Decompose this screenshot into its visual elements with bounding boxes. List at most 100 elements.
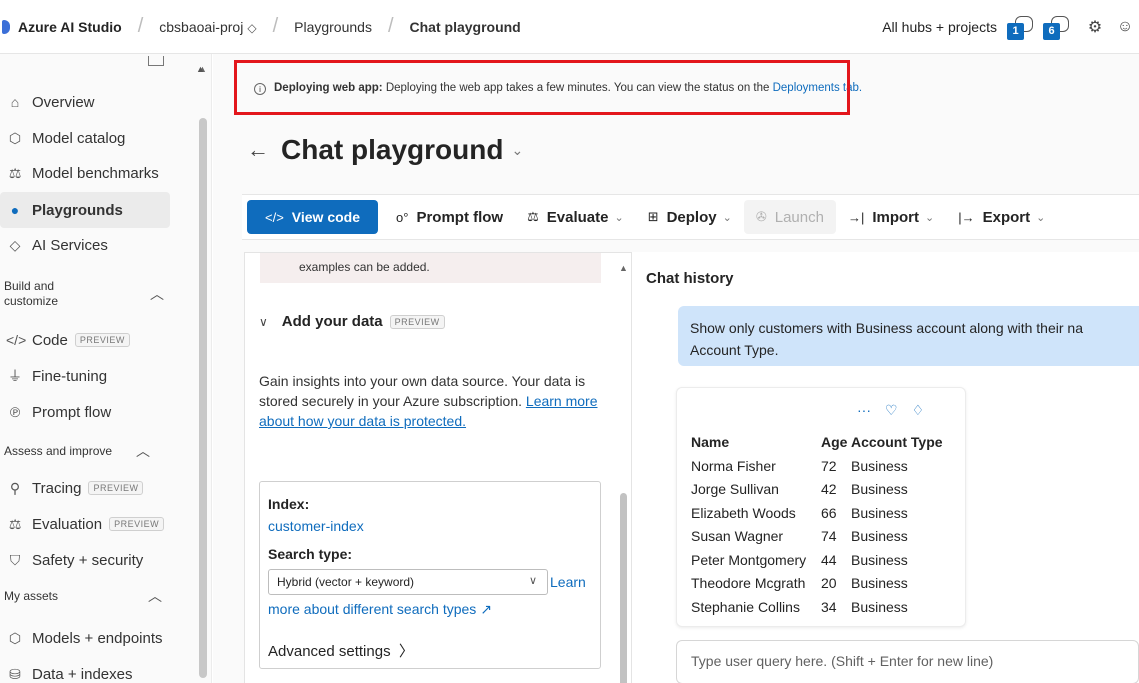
project-name: cbsbaoai-proj — [159, 18, 244, 35]
sidebar-item-data-indexes[interactable]: ⛁ Data + indexes — [0, 656, 170, 683]
more-options-icon[interactable]: ··· — [857, 402, 871, 419]
advanced-settings-button[interactable]: Advanced settings 〉 — [268, 640, 414, 661]
sidebar-item-label: Overview — [32, 93, 95, 111]
launch-icon: ✇ — [755, 209, 767, 224]
thumbs-down-icon[interactable]: ♢ — [912, 402, 925, 419]
cell-account-type: Business — [851, 551, 908, 568]
sidebar-item-ai-services[interactable]: ◇ AI Services — [0, 227, 170, 263]
section-assess-and-improve[interactable]: Assess and improve ︿ — [4, 440, 164, 462]
advanced-settings-label: Advanced settings — [268, 643, 391, 660]
chevron-down-icon: ⌄ — [614, 211, 624, 224]
learn-search-types-link[interactable]: Learn — [550, 574, 586, 590]
page-title: ← Chat playground ⌄ — [247, 134, 523, 166]
sidebar-scrollbar[interactable] — [199, 118, 207, 678]
feedback-smiley-icon[interactable]: ☺ — [1111, 13, 1139, 41]
table-row: Norma Fisher 72 Business — [691, 454, 943, 478]
sidebar-item-evaluation[interactable]: ⚖ Evaluation PREVIEW — [0, 506, 170, 542]
user-message-line: Account Type. — [690, 342, 779, 358]
import-icon: →| — [847, 209, 865, 225]
view-code-button[interactable]: </> View code — [247, 200, 378, 234]
cell-age: 44 — [821, 551, 837, 568]
table-header-row: Name Age Account Type — [691, 430, 943, 454]
export-button[interactable]: |→ Export ⌄ — [946, 200, 1057, 234]
learn-search-types-link-cont[interactable]: more about different search types ↗ — [268, 601, 492, 618]
evaluation-icon: ⚖ — [8, 515, 22, 532]
scroll-up-arrow-icon[interactable]: ▲ — [619, 263, 628, 273]
breadcrumb-playgrounds[interactable]: Playgrounds — [294, 19, 372, 35]
cube-icon: ⬡ — [8, 129, 22, 146]
brand-name: Azure AI Studio — [18, 18, 122, 35]
all-hubs-link[interactable]: All hubs + projects — [882, 19, 997, 35]
flask-icon: ⏚ — [8, 368, 22, 384]
main-scroll-up-icon[interactable]: ▲ — [196, 64, 205, 74]
sidebar-item-playgrounds[interactable]: ● Playgrounds — [0, 192, 170, 228]
sidebar-item-model-benchmarks[interactable]: ⚖ Model benchmarks — [0, 155, 170, 191]
section-label: My assets — [4, 589, 59, 603]
table-row: Elizabeth Woods 66 Business — [691, 501, 943, 525]
chevron-down-icon[interactable]: ⌄ — [511, 142, 523, 159]
section-label: Build and customize — [4, 279, 59, 308]
cell-account-type: Business — [851, 457, 908, 474]
sidebar-item-safety-security[interactable]: ⛉ Safety + security — [0, 542, 170, 578]
thumbs-up-icon[interactable]: ♡ — [885, 402, 898, 419]
prompt-flow-button[interactable]: o° Prompt flow — [384, 200, 515, 234]
chevron-down-icon: ⌄ — [925, 211, 935, 224]
chevron-down-icon: ∨ — [528, 575, 537, 587]
cube-icon: ⬡ — [8, 629, 22, 646]
cell-account-type: Business — [851, 528, 908, 545]
back-arrow-icon[interactable]: ← — [247, 137, 269, 163]
chevron-up-icon: ︿ — [136, 443, 150, 459]
button-label: Deploy — [666, 208, 717, 226]
cell-name: Susan Wagner — [691, 528, 784, 545]
sidebar-item-prompt-flow[interactable]: ℗ Prompt flow — [0, 394, 170, 430]
column-header-name: Name — [691, 434, 730, 450]
settings-icon[interactable]: ⚙ — [1081, 13, 1109, 41]
cell-name: Theodore Mcgrath — [691, 575, 806, 592]
search-type-select[interactable]: Hybrid (vector + keyword) ∨ — [268, 569, 548, 595]
cell-age: 42 — [821, 481, 837, 498]
collapse-sidebar-icon[interactable] — [148, 56, 164, 66]
sidebar-item-code[interactable]: </> Code PREVIEW — [0, 322, 170, 358]
user-message: Show only customers with Business accoun… — [678, 306, 1139, 366]
brand[interactable]: Azure AI Studio — [2, 19, 122, 35]
sidebar-item-tracing[interactable]: ⚲ Tracing PREVIEW — [0, 470, 170, 506]
notification-button[interactable]: 1 — [1007, 14, 1037, 40]
search-type-label: Search type: — [268, 546, 353, 562]
user-message-line: Show only customers with Business accoun… — [690, 320, 1083, 336]
sidebar-item-label: Models + endpoints — [32, 629, 163, 647]
launch-button[interactable]: ✇ Launch — [743, 200, 836, 234]
announcements-button[interactable]: 6 — [1043, 14, 1073, 40]
table-row: Peter Montgomery 44 Business — [691, 548, 943, 572]
index-card: Index: customer-index Search type: Hybri… — [259, 481, 601, 669]
deploy-button[interactable]: ⊞ Deploy ⌄ — [636, 200, 744, 234]
sidebar-item-overview[interactable]: ⌂ Overview — [0, 84, 170, 120]
table-row: Theodore Mcgrath 20 Business — [691, 572, 943, 596]
breadcrumb-separator: / — [137, 15, 144, 37]
sidebar-item-label: Model catalog — [32, 129, 126, 147]
import-button[interactable]: →| Import ⌄ — [836, 200, 946, 234]
cell-age: 74 — [821, 528, 837, 545]
setup-scrollbar[interactable] — [620, 493, 627, 683]
preview-badge: PREVIEW — [389, 314, 445, 329]
sidebar-item-fine-tuning[interactable]: ⏚ Fine-tuning — [0, 358, 170, 394]
sidebar-item-model-catalog[interactable]: ⬡ Model catalog — [0, 120, 170, 156]
breadcrumb-chat-playground: Chat playground — [409, 18, 521, 35]
cell-name: Norma Fisher — [691, 457, 776, 474]
add-your-data-section-header[interactable]: ∨ Add your data PREVIEW — [259, 313, 445, 330]
services-icon: ◇ — [9, 236, 21, 253]
breadcrumb-separator: / — [272, 15, 279, 37]
assistant-reply: ··· ♡ ♢ Name Age Account Type Norma Fish… — [676, 387, 966, 627]
prompt-flow-icon: ℗ — [9, 404, 21, 420]
index-value-link[interactable]: customer-index — [268, 518, 364, 534]
page-title-text: Chat playground — [281, 134, 504, 165]
section-my-assets[interactable]: My assets ︿ — [4, 584, 170, 608]
chat-history-title: Chat history — [646, 270, 734, 287]
evaluate-button[interactable]: ⚖ Evaluate ⌄ — [515, 200, 636, 234]
table-row: Stephanie Collins 34 Business — [691, 595, 943, 619]
chat-input[interactable]: Type user query here. (Shift + Enter for… — [676, 640, 1139, 683]
sidebar-item-models-endpoints[interactable]: ⬡ Models + endpoints — [0, 620, 170, 656]
section-build-and-customize[interactable]: Build and customize ︿ — [4, 278, 164, 310]
project-selector[interactable]: cbsbaoai-proj ◇ — [159, 19, 256, 35]
shield-icon: ⛉ — [9, 551, 21, 568]
examples-note-text: examples can be added. — [299, 260, 430, 274]
